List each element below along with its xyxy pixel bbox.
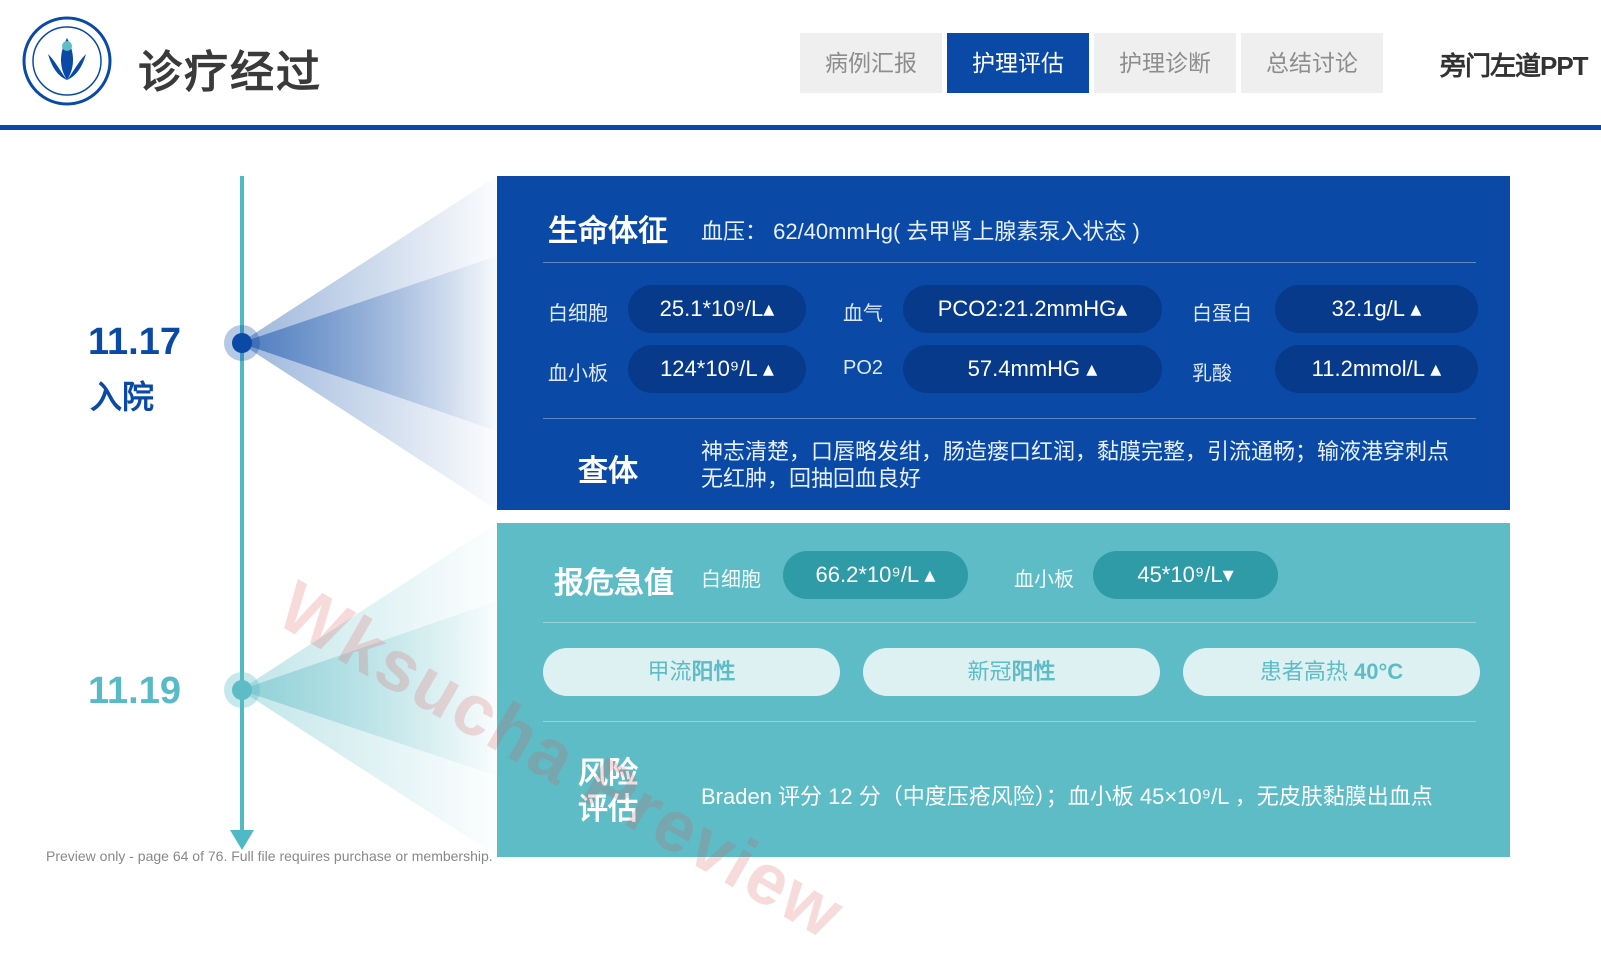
exam-heading: 查体 bbox=[578, 455, 638, 488]
lab-value-lactate: 11.2mmol/L ▴ bbox=[1275, 345, 1478, 393]
tag-fever-strong: 40°C bbox=[1353, 659, 1404, 684]
lab-value-platelet: 124*10⁹/L ▴ bbox=[628, 345, 806, 393]
page-title: 诊疗经过 bbox=[138, 48, 322, 97]
critical-divider-2 bbox=[543, 721, 1476, 722]
tab-nursing-assessment[interactable]: 护理评估 bbox=[947, 33, 1089, 93]
lab-label-lactate: 乳酸 bbox=[1192, 363, 1232, 385]
lab-value-wbc: 25.1*10⁹/L▴ bbox=[628, 285, 806, 333]
tag-influenza-prefix: 甲流 bbox=[647, 659, 692, 684]
lab-label-po2: PO2 bbox=[843, 357, 884, 379]
critical-divider-1 bbox=[543, 622, 1476, 623]
blood-pressure-text: 血压： 62/40mmHg( 去甲肾上腺素泵入状态 ) bbox=[701, 219, 1140, 244]
preview-footer-note: Preview only - page 64 of 76. Full file … bbox=[46, 848, 493, 864]
tab-nursing-diagnosis[interactable]: 护理诊断 bbox=[1094, 33, 1236, 93]
timeline-date-2: 11.19 bbox=[88, 670, 181, 712]
timeline-node-2 bbox=[232, 680, 252, 700]
tag-covid-strong: 阳性 bbox=[1011, 659, 1056, 684]
timeline-node-1 bbox=[232, 333, 252, 353]
timeline-date-1-label: 入院 bbox=[90, 379, 155, 415]
tag-high-fever: 患者高热 40°C bbox=[1183, 648, 1480, 696]
lab-label-wbc: 白细胞 bbox=[548, 303, 608, 325]
timeline-arrow-icon bbox=[230, 830, 254, 850]
tag-covid-prefix: 新冠 bbox=[967, 659, 1012, 684]
exam-text: 神志清楚，口唇略发绀，肠造瘘口红润，黏膜完整，引流通畅；输液港穿刺点无红肿，回抽… bbox=[701, 439, 1450, 491]
tab-summary-discussion[interactable]: 总结讨论 bbox=[1241, 33, 1383, 93]
lab-label-blood-gas: 血气 bbox=[843, 303, 883, 325]
hospital-logo bbox=[22, 16, 112, 106]
vitals-panel: 生命体征 血压： 62/40mmHg( 去甲肾上腺素泵入状态 ) 白细胞 25.… bbox=[497, 176, 1510, 510]
tag-covid-positive: 新冠阳性 bbox=[863, 648, 1160, 696]
critical-label-platelet: 血小板 bbox=[1014, 569, 1074, 591]
tag-fever-prefix: 患者高热 bbox=[1259, 659, 1354, 684]
risk-assessment-text: Braden 评分 12 分（中度压疮风险）；血小板 45×10⁹/L ，无皮肤… bbox=[701, 784, 1433, 809]
tag-influenza-strong: 阳性 bbox=[691, 659, 736, 684]
timeline-fans bbox=[240, 176, 497, 856]
lab-value-albumin: 32.1g/L ▴ bbox=[1275, 285, 1478, 333]
critical-label-wbc: 白细胞 bbox=[701, 569, 761, 591]
nav-tabs: 病例汇报 护理评估 护理诊断 总结讨论 bbox=[800, 33, 1383, 93]
timeline-line bbox=[240, 176, 244, 834]
header-divider bbox=[0, 125, 1601, 130]
vitals-divider-2 bbox=[543, 418, 1476, 419]
vitals-divider-1 bbox=[543, 262, 1476, 263]
tag-influenza-positive: 甲流阳性 bbox=[543, 648, 840, 696]
brand-logo-text: 旁门左道PPT bbox=[1440, 51, 1589, 81]
tab-case-report[interactable]: 病例汇报 bbox=[800, 33, 942, 93]
vitals-heading: 生命体征 bbox=[548, 215, 668, 248]
timeline-date-1: 11.17 bbox=[88, 321, 181, 363]
critical-value-platelet: 45*10⁹/L▾ bbox=[1093, 551, 1278, 599]
lab-label-albumin: 白蛋白 bbox=[1192, 303, 1252, 325]
critical-value-wbc: 66.2*10⁹/L ▴ bbox=[783, 551, 968, 599]
lab-label-platelet: 血小板 bbox=[548, 363, 608, 385]
lab-value-pco2: PCO2:21.2mmHG▴ bbox=[903, 285, 1162, 333]
critical-heading: 报危急值 bbox=[554, 567, 674, 600]
lab-value-po2: 57.4mmHG ▴ bbox=[903, 345, 1162, 393]
